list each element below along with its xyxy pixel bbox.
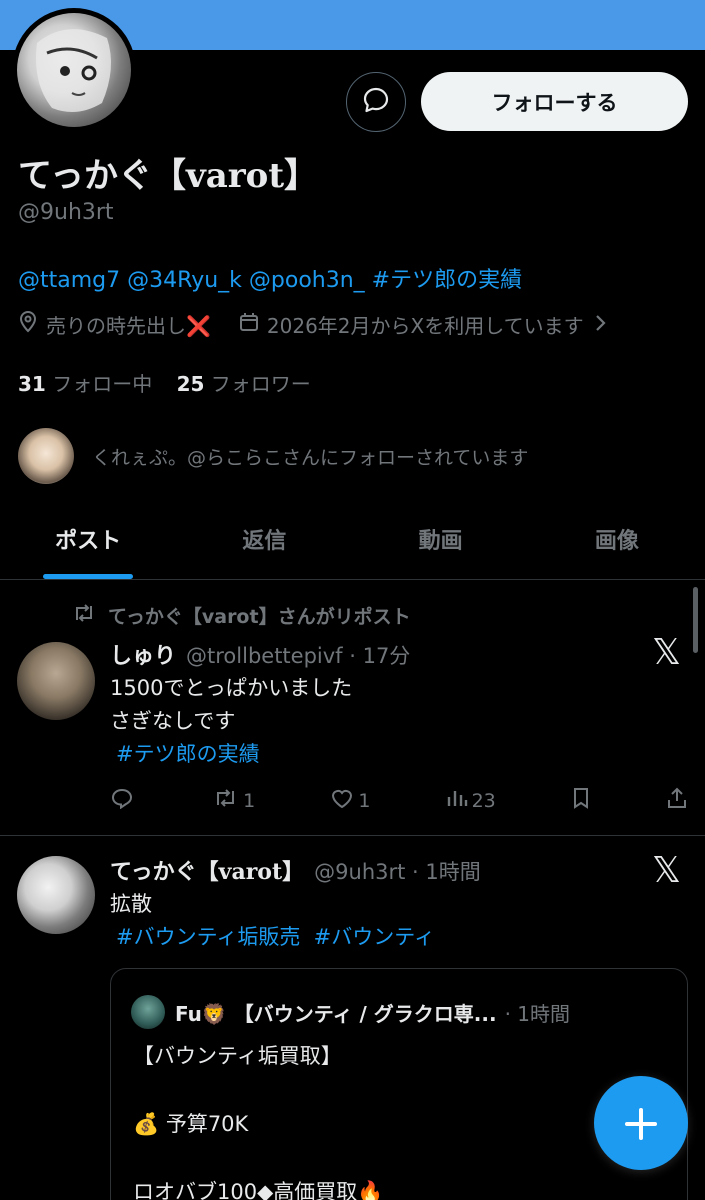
location-icon [18,310,38,338]
reply-icon [110,787,134,814]
x-logo-icon: 𝕏 [652,632,682,673]
reply-button[interactable] [110,787,138,814]
quote-avatar [131,995,165,1029]
post-header: てっかぐ【varot】 @9uh3rt · 1時間 [110,854,481,886]
profile-tabs: ポスト 返信 動画 画像 [0,505,705,580]
profile-bio[interactable]: @ttamg7 @34Ryu_k @pooh3n_ #テツ郎の実績 [18,262,522,294]
compose-button[interactable] [594,1076,688,1170]
views-button[interactable]: 23 [446,787,496,814]
repost-icon [72,603,96,628]
tab-replies[interactable]: 返信 [176,505,352,579]
follow-button[interactable]: フォローする [421,72,688,131]
post-text: 1500でとっぱかいました さぎなしです #テツ郎の実績 [110,672,352,771]
tab-images[interactable]: 画像 [529,505,705,579]
post-header: しゅり @trollbettepivf · 17分 [110,638,410,670]
location-text: 売りの時先出し❌ [46,314,211,338]
follow-counts: 31 フォロー中 25 フォロワー [18,368,311,397]
profile-avatar[interactable] [12,8,136,132]
profile-name: てっかぐ【varot】 [18,156,319,196]
follower-avatar [18,428,74,484]
post-hashtag[interactable]: #テツ郎の実績 [116,738,352,771]
views-icon [446,788,468,813]
post-author[interactable]: てっかぐ【varot】 [110,854,304,886]
quote-header: Fu🦁 【バウンティ / グラクロ専... · 1時間 [131,995,570,1029]
profile-handle: @9uh3rt [18,200,114,225]
repost-label: てっかぐ【varot】さんがリポスト [72,602,411,629]
post-avatar[interactable] [17,642,95,720]
quote-body: 【バウンティ垢買取】 💰 予算70K ロオバブ100◆高価買取🔥 [133,1044,384,1200]
post-handle-time: @9uh3rt · 1時間 [314,860,481,884]
post-handle-time: @trollbettepivf · 17分 [186,644,411,668]
quote-tweet-card[interactable]: Fu🦁 【バウンティ / グラクロ専... · 1時間 【バウンティ垢買取】 💰… [110,968,688,1200]
repost-icon [213,788,239,813]
post-avatar[interactable] [17,856,95,934]
followed-by-text: くれぇぷ。@らこらこさんにフォローされています [92,446,529,469]
bookmark-icon [571,787,591,814]
tab-posts[interactable]: ポスト [0,505,176,579]
plus-icon [623,1091,659,1156]
quote-author: Fu🦁 【バウンティ / グラクロ専... [175,1001,497,1026]
following-link[interactable]: 31 フォロー中 [18,372,152,396]
bookmark-button[interactable] [571,787,591,814]
post-author[interactable]: しゅり [110,638,176,670]
followed-by[interactable]: くれぇぷ。@らこらこさんにフォローされています [18,428,528,484]
post-text: 拡散 #バウンティ垢販売 #バウンティ [110,888,435,954]
share-icon [666,787,688,814]
repost-button[interactable]: 1 [213,787,255,814]
post-divider [0,835,705,836]
tab-videos[interactable]: 動画 [353,505,529,579]
x-logo-icon: 𝕏 [652,850,682,891]
post-hashtags[interactable]: #バウンティ垢販売 #バウンティ [116,921,435,954]
followers-link[interactable]: 25 フォロワー [177,372,311,396]
message-button[interactable] [346,72,406,132]
post-actions: 1 1 23 [110,787,688,814]
heart-icon [330,787,354,814]
chevron-right-icon[interactable] [594,313,606,337]
share-button[interactable] [666,787,688,814]
profile-meta: 売りの時先出し❌ 2026年2月からXを利用しています [18,310,606,339]
quote-time: · 1時間 [504,1001,571,1026]
scrollbar[interactable] [693,587,698,653]
calendar-icon [239,312,259,337]
like-button[interactable]: 1 [330,787,370,814]
message-icon [361,85,391,119]
joined-text: 2026年2月からXを利用しています [266,314,584,338]
